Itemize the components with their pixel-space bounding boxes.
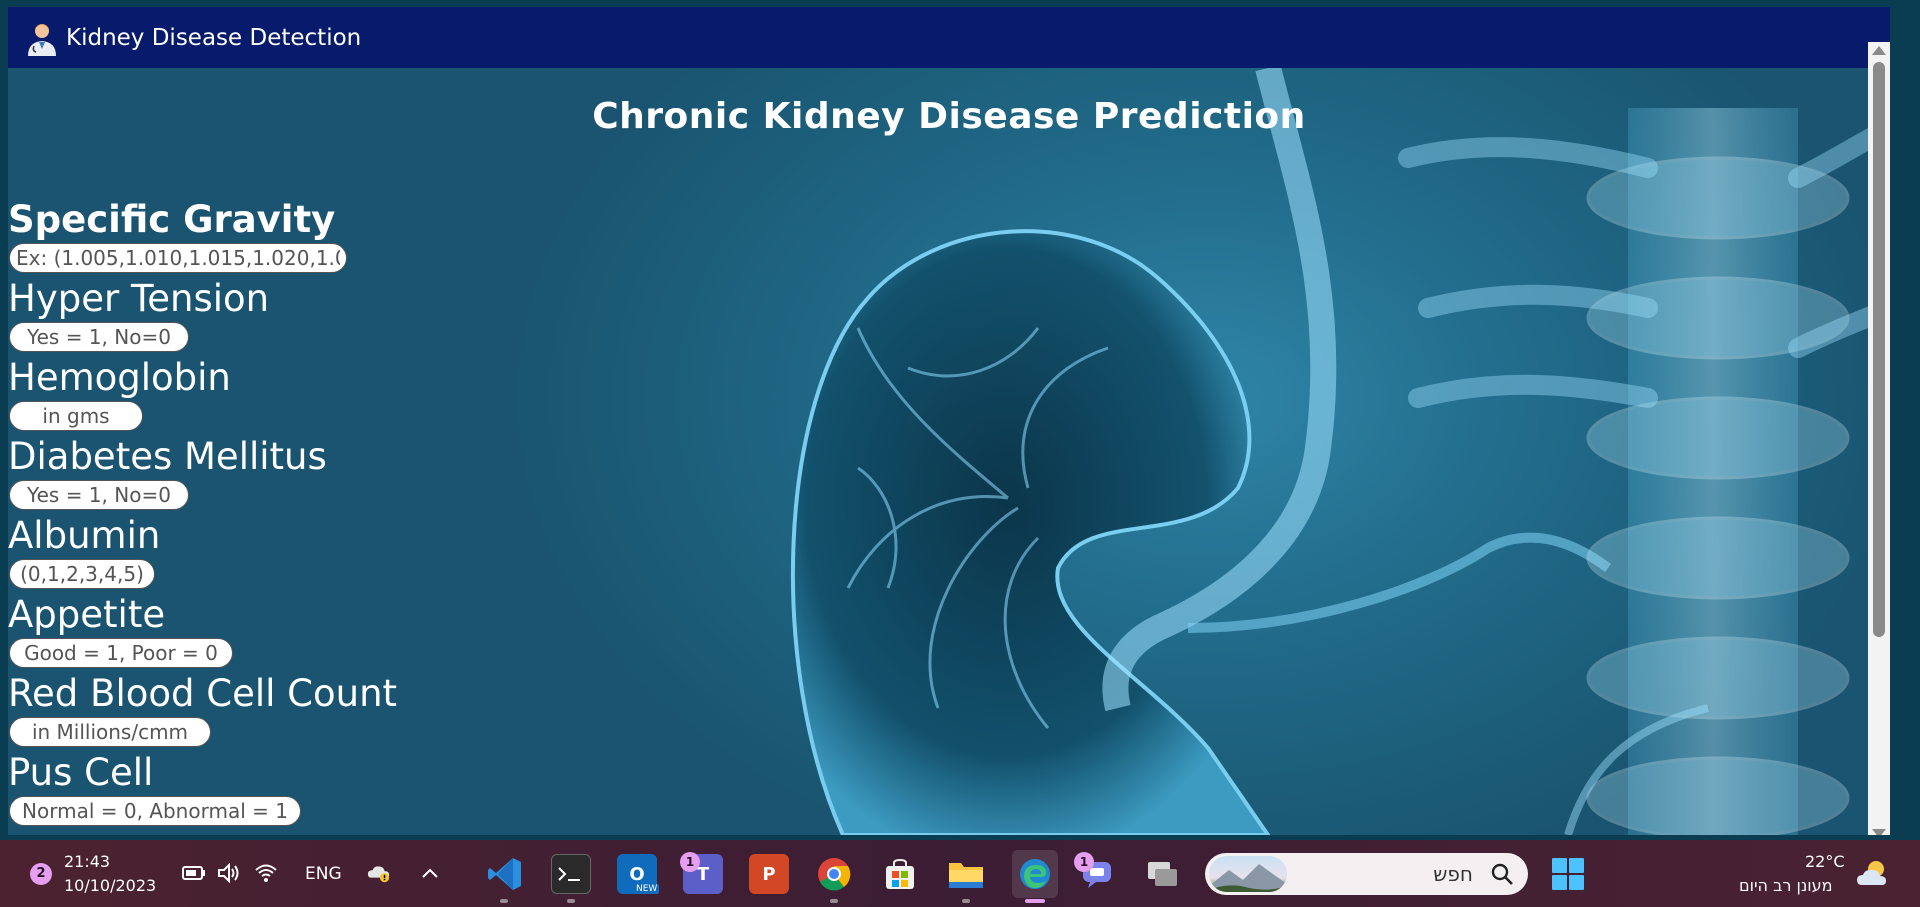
folder-icon[interactable] [946,854,986,894]
hemoglobin-label: Hemoglobin [8,356,231,399]
input-language[interactable]: ENG [305,864,342,884]
weather-temperature[interactable]: 22°C [1805,852,1845,871]
vscode-running-indicator [500,899,508,903]
search-icon [1491,863,1513,885]
battery-icon[interactable] [182,862,206,884]
page-title: Chronic Kidney Disease Prediction [592,96,1306,137]
wifi-icon[interactable] [254,862,278,884]
diabetes-mellitus-input[interactable] [9,480,189,510]
title-bar: Kidney Disease Detection [8,7,1890,68]
chrome-running-indicator [830,899,838,903]
chat-badge: 1 [1074,852,1094,872]
terminal-icon[interactable] [551,854,591,894]
scroll-thumb[interactable] [1873,62,1885,637]
clock-date[interactable]: 10/10/2023 [64,876,156,895]
explorer-running-indicator [962,899,970,903]
onedrive-warning-icon[interactable] [367,862,391,884]
specific-gravity-label: Specific Gravity [8,198,336,241]
volume-icon[interactable] [217,862,241,884]
albumin-input[interactable] [9,559,155,589]
pus-cell-label: Pus Cell [8,751,154,794]
store-icon[interactable] [880,854,920,894]
hyper-tension-label: Hyper Tension [8,277,270,320]
edge-icon[interactable] [1012,850,1058,898]
red-blood-cell-count-label: Red Blood Cell Count [8,672,398,715]
chrome-icon[interactable] [814,854,854,894]
search-placeholder: חפש [1433,862,1473,886]
search-bar[interactable]: חפש [1205,853,1528,895]
browser-window: Kidney Disease Detection Chronic Kidney … [8,7,1890,835]
scroll-up-arrow-icon[interactable] [1872,46,1886,55]
terminal-running-indicator [567,899,575,903]
hyper-tension-input[interactable] [9,322,189,352]
hemoglobin-input[interactable] [9,401,143,431]
scroll-down-arrow-icon[interactable] [1872,829,1886,835]
diabetes-mellitus-label: Diabetes Mellitus [8,435,327,478]
outlook-new-tag: NEW [634,884,660,894]
start-icon[interactable] [1548,854,1588,894]
task-view-icon[interactable] [1143,854,1183,894]
clock-time[interactable]: 21:43 [64,852,110,871]
taskbar: 2 21:43 10/10/2023 ENG O NEW T 1 P 1 חפש… [0,840,1920,907]
weather-cloud-icon[interactable] [1856,858,1892,888]
prediction-form: Specific Gravity Hyper Tension Hemoglobi… [8,198,428,830]
weather-description[interactable]: מעונן רב היום [1739,876,1832,895]
main-content: Chronic Kidney Disease Prediction Specif… [8,68,1890,835]
vertical-scrollbar[interactable] [1868,42,1890,835]
doctor-icon [22,18,62,58]
notification-badge[interactable]: 2 [30,863,52,885]
appetite-input[interactable] [9,638,233,668]
powerpoint-icon[interactable]: P [749,854,789,894]
albumin-label: Albumin [8,514,161,557]
chevron-up-icon[interactable] [418,862,442,884]
search-highlight-image [1209,856,1287,892]
pus-cell-input[interactable] [9,796,301,826]
teams-badge: 1 [680,852,700,872]
edge-active-indicator [1025,899,1045,903]
vscode-icon[interactable] [485,854,525,894]
appetite-label: Appetite [8,593,166,636]
app-title: Kidney Disease Detection [66,24,362,51]
red-blood-cell-count-input[interactable] [9,717,211,747]
specific-gravity-input[interactable] [9,243,347,273]
